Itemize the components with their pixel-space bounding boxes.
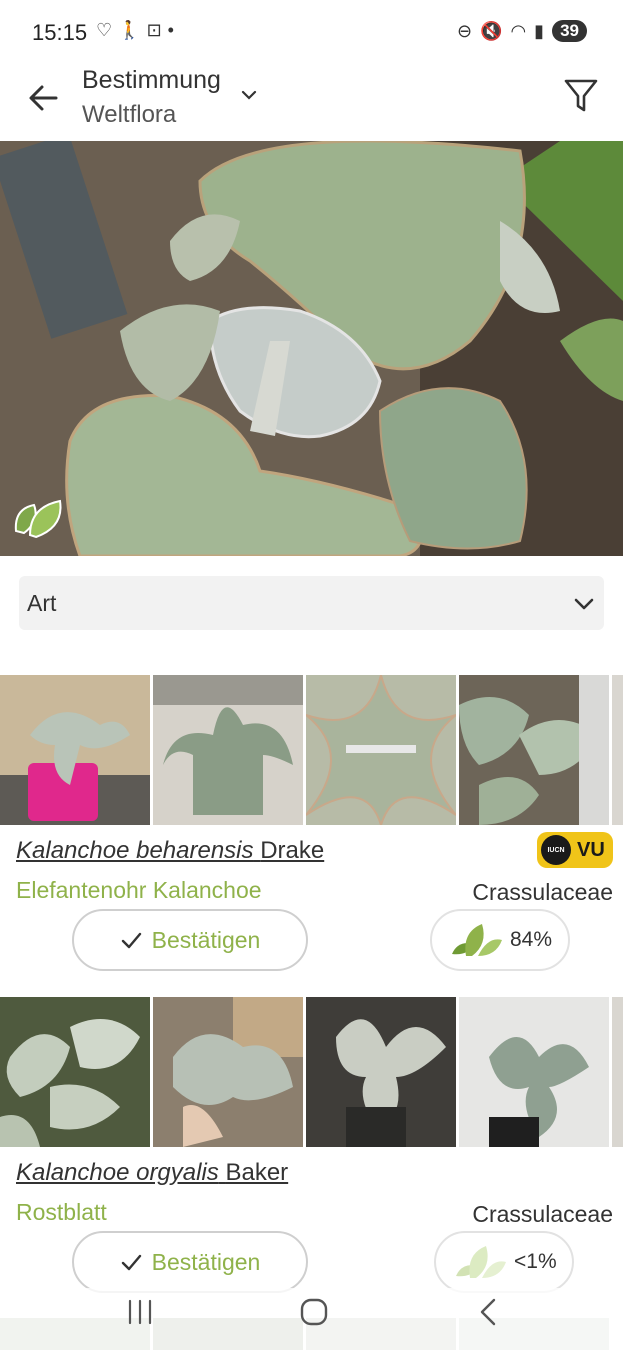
signal-icon: ▮ [534, 20, 545, 41]
status-time: 15:15 [32, 20, 88, 45]
funnel-icon[interactable] [563, 76, 599, 116]
arrow-left-icon[interactable] [24, 78, 64, 118]
iucn-status-badge[interactable]: IUCN VU [537, 832, 613, 868]
scientific-name-link[interactable]: Kalanchoe beharensis Drake [16, 837, 324, 865]
family-name[interactable]: Crassulaceae [472, 1201, 613, 1228]
leaves-score-icon [452, 924, 502, 956]
mute-icon: 🔇 [480, 20, 503, 41]
common-name: Elefantenohr Kalanchoe [16, 877, 262, 903]
result-card[interactable]: Kalanchoe orgyalis Baker Rostblatt Crass… [0, 997, 623, 1297]
confirm-button[interactable]: Bestätigen [72, 1231, 308, 1293]
thumbnail-more [612, 675, 623, 825]
thumbnail-image[interactable] [0, 997, 150, 1147]
thumbnail-image[interactable] [459, 675, 609, 825]
scientific-name-link[interactable]: Kalanchoe orgyalis Baker [16, 1159, 288, 1187]
thumbnail-image[interactable] [153, 997, 303, 1147]
species-author: Baker [225, 1159, 289, 1186]
home-icon[interactable] [298, 1296, 330, 1328]
walking-icon: 🚶 [118, 20, 147, 40]
dot-icon: • [167, 20, 180, 40]
title-block[interactable]: Bestimmung Weltflora [82, 66, 221, 129]
result-card[interactable]: Kalanchoe beharensis Drake IUCN VU Elefa… [0, 675, 623, 975]
back-icon[interactable] [474, 1296, 502, 1328]
hero-plant-illustration [0, 141, 623, 556]
confirm-button[interactable]: Bestätigen [72, 909, 308, 971]
thumbnail-image[interactable] [306, 675, 456, 825]
rank-selector-value: Art [27, 590, 57, 616]
score-value: <1% [514, 1250, 557, 1273]
thumbnail-image[interactable] [153, 675, 303, 825]
status-bar: 15:15 ♡🚶⊡• ⊖ 🔇 ◠ ▮ 39 [0, 0, 623, 62]
leaves-score-icon [456, 1246, 506, 1278]
app-bar: Bestimmung Weltflora [0, 62, 623, 140]
battery-indicator: 39 [552, 20, 587, 42]
status-right-icons: ⊖ 🔇 ◠ ▮ 39 [457, 20, 587, 42]
species-name: Kalanchoe beharensis [16, 837, 254, 864]
score-pill[interactable]: 84% [430, 909, 570, 971]
flora-subtitle: Weltflora [82, 101, 177, 128]
score-pill[interactable]: <1% [434, 1231, 574, 1293]
species-name: Kalanchoe orgyalis [16, 1159, 219, 1186]
status-left-icons: ♡🚶⊡• [96, 20, 180, 41]
thumbnail-more [612, 997, 623, 1147]
checkmark-icon [121, 1254, 141, 1271]
thumbnail-image[interactable] [306, 997, 456, 1147]
rank-selector[interactable]: Art [19, 576, 604, 630]
checkmark-icon [121, 932, 141, 949]
species-author: Drake [260, 837, 325, 864]
page-title: Bestimmung [82, 66, 221, 94]
system-nav-bar [0, 1288, 623, 1350]
snapchat-icon: ♡ [96, 20, 119, 40]
screenshot-icon: ⊡ [146, 20, 168, 40]
chevron-down-icon [574, 598, 594, 610]
result-thumbnails [0, 675, 623, 825]
hero-photo[interactable] [0, 141, 623, 556]
recent-apps-icon[interactable] [124, 1298, 156, 1326]
iucn-logo: IUCN [541, 835, 571, 865]
thumbnail-image[interactable] [0, 675, 150, 825]
leaves-icon [14, 499, 62, 539]
dnd-icon: ⊖ [456, 20, 473, 41]
chevron-down-icon[interactable] [238, 84, 260, 106]
confirm-button-label: Bestätigen [151, 1248, 261, 1275]
common-name: Rostblatt [16, 1199, 107, 1225]
iucn-code: VU [577, 838, 605, 861]
confirm-button-label: Bestätigen [151, 926, 261, 953]
thumbnail-image[interactable] [459, 997, 609, 1147]
result-thumbnails [0, 997, 623, 1147]
wifi-icon: ◠ [510, 20, 527, 41]
score-value: 84% [510, 928, 553, 951]
family-name[interactable]: Crassulaceae [472, 879, 613, 906]
